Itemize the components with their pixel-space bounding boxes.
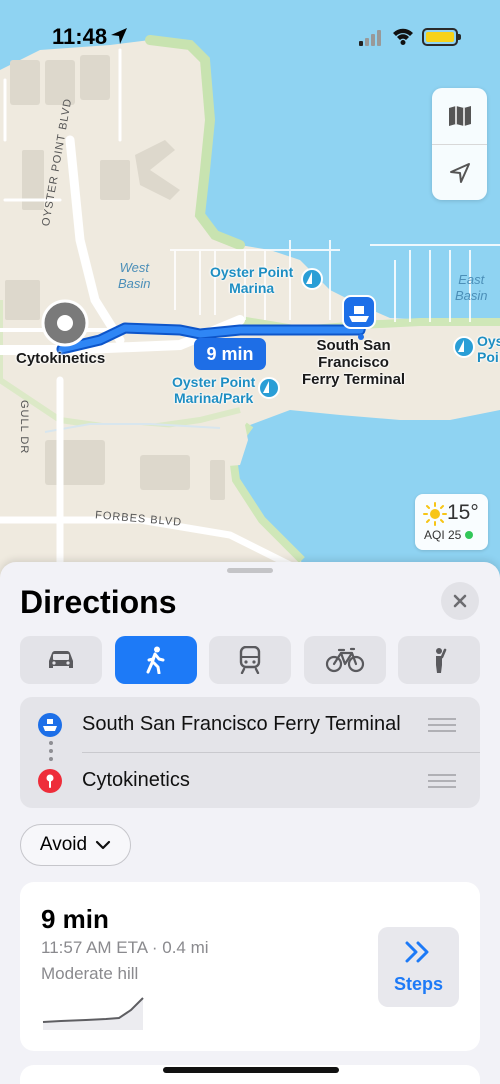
directions-title: Directions: [20, 584, 177, 620]
weather-temp: 15°: [447, 501, 479, 524]
steps-button[interactable]: Steps: [378, 927, 459, 1007]
mode-transit-button[interactable]: [209, 636, 291, 684]
mode-rideshare-button[interactable]: [398, 636, 480, 684]
directions-sheet: Directions South San Francisco Ferry Ter…: [0, 562, 500, 1084]
battery-icon: [422, 28, 461, 46]
close-icon: [453, 594, 467, 608]
transport-mode-selector: [20, 636, 480, 684]
marina-icon: [301, 268, 323, 290]
marina-park-icon: [258, 377, 280, 399]
chevron-down-icon: [95, 840, 111, 850]
mode-drive-button[interactable]: [20, 636, 102, 684]
oyster-point-edge-label[interactable]: Oys Poi: [477, 333, 500, 365]
ferry-terminal-label[interactable]: South San Francisco Ferry Terminal: [302, 337, 405, 388]
elevation-profile-chart: [42, 997, 144, 1030]
route-duration: 9 min: [41, 904, 109, 934]
route-eta-bubble[interactable]: 9 min: [194, 338, 266, 370]
route-option-card[interactable]: 9 min 11:57 AM ETA · 0.4 mi Moderate hil…: [20, 882, 480, 1051]
route-eta-distance: 11:57 AM ETA · 0.4 mi: [41, 938, 209, 957]
walk-icon: [146, 646, 165, 674]
steps-label: Steps: [393, 974, 444, 994]
bicycle-icon: [325, 647, 365, 673]
car-icon: [49, 651, 73, 668]
train-icon: [239, 646, 261, 674]
west-basin-label: West Basin: [118, 260, 151, 291]
home-indicator[interactable]: [163, 1067, 339, 1073]
close-button[interactable]: [441, 582, 479, 620]
sheet-grabber[interactable]: [227, 568, 273, 573]
drag-handle-icon[interactable]: [428, 774, 456, 792]
avoid-button[interactable]: Avoid: [20, 824, 131, 866]
route-terrain: Moderate hill: [41, 964, 139, 983]
origin-label[interactable]: Cytokinetics: [16, 350, 105, 367]
aqi-value: AQI 25: [424, 528, 474, 542]
waypoint-origin-label: South San Francisco Ferry Terminal: [82, 713, 401, 735]
gull-dr-label: GULL DR: [18, 400, 30, 455]
weather-widget[interactable]: 15° AQI 25: [415, 494, 488, 550]
status-bar: 11:48: [0, 0, 500, 70]
east-basin-label: East Basin: [455, 272, 488, 303]
mode-cycle-button[interactable]: [304, 636, 386, 684]
waypoint-destination[interactable]: Cytokinetics: [20, 753, 480, 808]
ferry-icon: [38, 713, 62, 737]
drag-handle-icon[interactable]: [428, 718, 456, 736]
route-waypoints: South San Francisco Ferry Terminal Cytok…: [20, 697, 480, 808]
oyster-point-marina-park-label[interactable]: Oyster Point Marina/Park: [172, 374, 255, 406]
status-time: 11:48: [52, 24, 108, 49]
location-arrow-outline-icon: [449, 162, 470, 183]
current-location-button[interactable]: [432, 144, 487, 200]
sun-icon: [423, 502, 447, 526]
avoid-label: Avoid: [39, 834, 88, 855]
waypoint-origin[interactable]: South San Francisco Ferry Terminal: [20, 697, 480, 752]
map-controls: [432, 88, 487, 200]
double-chevron-right-icon: [405, 941, 429, 963]
oyster-point-marina-label[interactable]: Oyster Point Marina: [210, 264, 293, 296]
mode-walk-button[interactable]: [115, 636, 197, 684]
person-hail-icon: [436, 648, 447, 673]
map-mode-button[interactable]: [432, 88, 487, 144]
wifi-icon: [393, 28, 413, 45]
cellular-signal-icon: [359, 30, 381, 46]
destination-pin-icon: [38, 769, 62, 793]
waypoint-destination-label: Cytokinetics: [82, 769, 190, 791]
oyster-point-icon: [453, 336, 475, 358]
location-arrow-icon: [111, 28, 127, 44]
aqi-status-dot: [465, 531, 474, 539]
map-icon: [448, 106, 471, 126]
